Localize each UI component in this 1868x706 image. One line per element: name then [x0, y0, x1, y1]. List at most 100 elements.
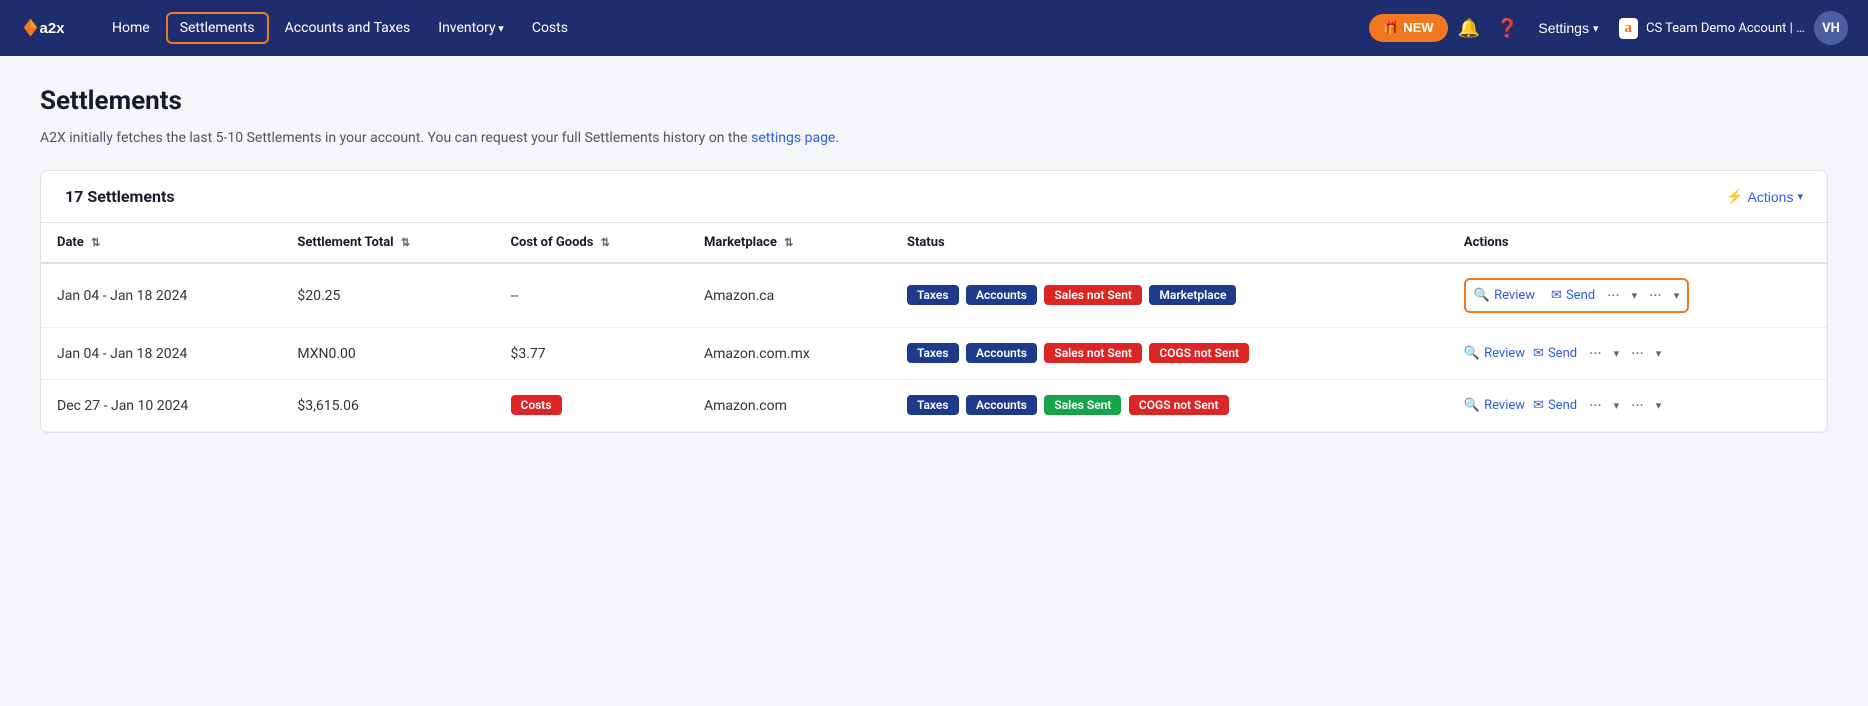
review-link[interactable]: 🔍 Review [1464, 398, 1525, 413]
nav-costs[interactable]: Costs [520, 12, 580, 44]
actions-cell: 🔍 Review ✉ Send ··· ▾ ··· ▾ [1448, 380, 1827, 432]
avatar[interactable]: VH [1814, 11, 1848, 45]
cost-of-goods-cell: Costs [495, 380, 689, 432]
marketplace-cell: Amazon.com [688, 380, 891, 432]
review-link[interactable]: 🔍 Review [1464, 346, 1525, 361]
marketplace-cell: Amazon.ca [688, 263, 891, 328]
new-button[interactable]: 🎁 NEW [1369, 14, 1447, 42]
review-link[interactable]: 🔍 Review [1474, 288, 1535, 303]
send-icon: ✉ [1533, 346, 1544, 361]
settlements-panel: 17 Settlements ⚡ Actions ▾ Date ⇅ Settle… [40, 170, 1828, 433]
more-chevron-icon[interactable]: ▾ [1614, 399, 1620, 412]
status-cell: Taxes Accounts Sales Sent COGS not Sent [891, 380, 1448, 432]
row-actions: 🔍 Review ✉ Send ··· ▾ ··· ▾ [1464, 342, 1811, 365]
notifications-button[interactable]: 🔔 [1452, 12, 1486, 45]
settlement-total-cell: $3,615.06 [281, 380, 494, 432]
send-icon: ✉ [1533, 398, 1544, 413]
marketplace-sort-icon: ⇅ [784, 236, 793, 249]
settings-label: Settings [1538, 20, 1589, 36]
table-row: Jan 04 - Jan 18 2024 MXN0.00 $3.77 Amazo… [41, 328, 1827, 380]
col-marketplace[interactable]: Marketplace ⇅ [688, 223, 891, 263]
status-badge: COGS not Sent [1149, 343, 1249, 363]
status-cell: Taxes Accounts Sales not Sent COGS not S… [891, 328, 1448, 380]
status-badge: Sales not Sent [1044, 285, 1142, 305]
status-badge: Sales not Sent [1044, 343, 1142, 363]
more-chevron-icon-2[interactable]: ▾ [1656, 399, 1662, 412]
cost-of-goods-cell: $3.77 [495, 328, 689, 380]
send-icon: ✉ [1551, 288, 1562, 303]
status-badge: Taxes [907, 285, 959, 305]
logo[interactable]: a2x [20, 12, 80, 44]
table-header-row: Date ⇅ Settlement Total ⇅ Cost of Goods … [41, 223, 1827, 263]
col-cost-of-goods[interactable]: Cost of Goods ⇅ [495, 223, 689, 263]
table-row: Dec 27 - Jan 10 2024 $3,615.06 Costs Ama… [41, 380, 1827, 432]
settlement-total-cell: MXN0.00 [281, 328, 494, 380]
page-subtitle: A2X initially fetches the last 5-10 Sett… [40, 130, 1828, 146]
more-actions-dots-2[interactable]: ··· [1627, 342, 1648, 365]
status-badge: Sales Sent [1044, 395, 1121, 415]
status-badge: Taxes [907, 343, 959, 363]
more-chevron-icon-2[interactable]: ▾ [1674, 289, 1680, 302]
navbar: a2x Home Settlements Accounts and Taxes … [0, 0, 1868, 56]
more-chevron-icon[interactable]: ▾ [1632, 289, 1638, 302]
date-sort-icon: ⇅ [91, 236, 100, 249]
status-cell: Taxes Accounts Sales not Sent Marketplac… [891, 263, 1448, 328]
more-actions-dots-2[interactable]: ··· [1645, 284, 1666, 307]
settlement-total-cell: $20.25 [281, 263, 494, 328]
costs-badge: Costs [511, 395, 562, 415]
nav-inventory[interactable]: Inventory [426, 12, 516, 44]
lightning-icon: ⚡ [1726, 188, 1743, 205]
more-actions-dots[interactable]: ··· [1603, 284, 1624, 307]
svg-text:a2x: a2x [40, 20, 66, 37]
review-icon: 🔍 [1464, 398, 1480, 413]
more-actions-dots-2[interactable]: ··· [1627, 394, 1648, 417]
panel-title: 17 Settlements [65, 187, 175, 206]
cost-of-goods-cell: -- [495, 263, 689, 328]
more-chevron-icon-2[interactable]: ▾ [1656, 347, 1662, 360]
col-actions: Actions [1448, 223, 1827, 263]
date-cell: Jan 04 - Jan 18 2024 [41, 263, 281, 328]
actions-cell: 🔍 Review ✉ Send ··· ▾ ··· ▾ [1448, 328, 1827, 380]
more-actions-dots[interactable]: ··· [1585, 394, 1606, 417]
actions-highlight-box: 🔍 Review ✉ Send ··· ▾ ··· ▾ [1464, 278, 1689, 313]
nav-home[interactable]: Home [100, 12, 162, 44]
send-link[interactable]: ✉ Send [1533, 398, 1577, 413]
more-chevron-icon[interactable]: ▾ [1614, 347, 1620, 360]
row-actions: 🔍 Review ✉ Send ··· ▾ ··· ▾ [1464, 394, 1811, 417]
settings-chevron-icon: ▾ [1593, 22, 1599, 35]
col-status: Status [891, 223, 1448, 263]
settings-button[interactable]: Settings ▾ [1528, 14, 1608, 42]
col-date[interactable]: Date ⇅ [41, 223, 281, 263]
status-badge: Accounts [966, 395, 1037, 415]
panel-header: 17 Settlements ⚡ Actions ▾ [41, 171, 1827, 223]
date-cell: Dec 27 - Jan 10 2024 [41, 380, 281, 432]
help-button[interactable]: ❓ [1490, 12, 1524, 45]
status-badge: Marketplace [1149, 285, 1236, 305]
cost-of-goods-sort-icon: ⇅ [601, 236, 610, 249]
settlement-total-sort-icon: ⇅ [401, 236, 410, 249]
settings-page-link[interactable]: settings page [751, 130, 835, 146]
actions-cell: 🔍 Review ✉ Send ··· ▾ ··· ▾ [1448, 263, 1827, 328]
settlements-table: Date ⇅ Settlement Total ⇅ Cost of Goods … [41, 223, 1827, 432]
table-row: Jan 04 - Jan 18 2024 $20.25 -- Amazon.ca… [41, 263, 1827, 328]
marketplace-cell: Amazon.com.mx [688, 328, 891, 380]
date-cell: Jan 04 - Jan 18 2024 [41, 328, 281, 380]
account-label: CS Team Demo Account | QB US | Amaz... [1646, 21, 1806, 36]
amazon-icon-badge: a [1619, 18, 1639, 39]
page-content: Settlements A2X initially fetches the la… [0, 56, 1868, 463]
nav-accounts-taxes[interactable]: Accounts and Taxes [273, 12, 423, 44]
review-icon: 🔍 [1474, 288, 1490, 303]
panel-actions-button[interactable]: ⚡ Actions ▾ [1726, 188, 1803, 205]
send-link[interactable]: ✉ Send [1551, 288, 1595, 303]
review-icon: 🔍 [1464, 346, 1480, 361]
nav-settlements[interactable]: Settlements [166, 12, 269, 44]
status-badge: Accounts [966, 285, 1037, 305]
page-title: Settlements [40, 86, 1828, 116]
status-badge: Accounts [966, 343, 1037, 363]
send-link[interactable]: ✉ Send [1533, 346, 1577, 361]
actions-chevron-icon: ▾ [1797, 190, 1803, 203]
col-settlement-total[interactable]: Settlement Total ⇅ [281, 223, 494, 263]
status-badge: COGS not Sent [1129, 395, 1229, 415]
more-actions-dots[interactable]: ··· [1585, 342, 1606, 365]
status-badge: Taxes [907, 395, 959, 415]
